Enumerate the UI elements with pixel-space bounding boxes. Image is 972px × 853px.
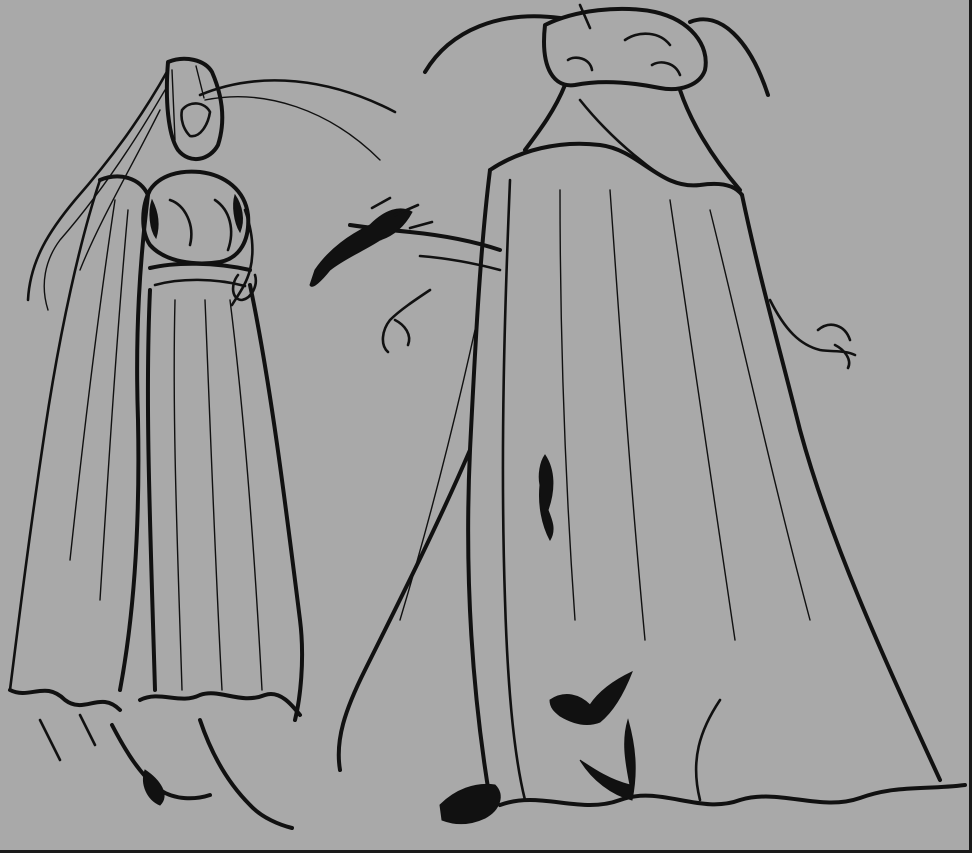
right-figure-horn-left xyxy=(423,14,562,74)
right-figure-small-hand xyxy=(381,288,432,354)
sketch-canvas xyxy=(0,0,972,853)
right-figure-foot xyxy=(439,783,501,824)
left-figure-belt xyxy=(148,261,252,272)
left-figure-robe-hem xyxy=(138,691,302,717)
right-figure-claw xyxy=(309,208,413,287)
right-figure-horn-right xyxy=(688,17,770,97)
right-figure-cape-hem xyxy=(498,783,967,807)
right-figure-cape-yoke xyxy=(488,141,744,197)
sketch-drawing xyxy=(8,3,967,830)
left-figure-head xyxy=(164,56,225,161)
left-robed-figure xyxy=(8,56,397,830)
right-figure-collar xyxy=(523,83,567,152)
right-figure-cape-tear-2 xyxy=(549,671,633,725)
right-caped-figure xyxy=(309,3,967,824)
right-figure-head xyxy=(542,6,708,91)
left-figure-chest-armor xyxy=(141,169,251,266)
left-figure-plume-inner xyxy=(204,96,381,161)
left-figure-robe xyxy=(145,288,157,692)
left-figure-face-mask xyxy=(180,102,212,138)
right-figure-cape-tear-1 xyxy=(538,454,554,542)
right-figure-cape-tear-3 xyxy=(579,718,636,801)
